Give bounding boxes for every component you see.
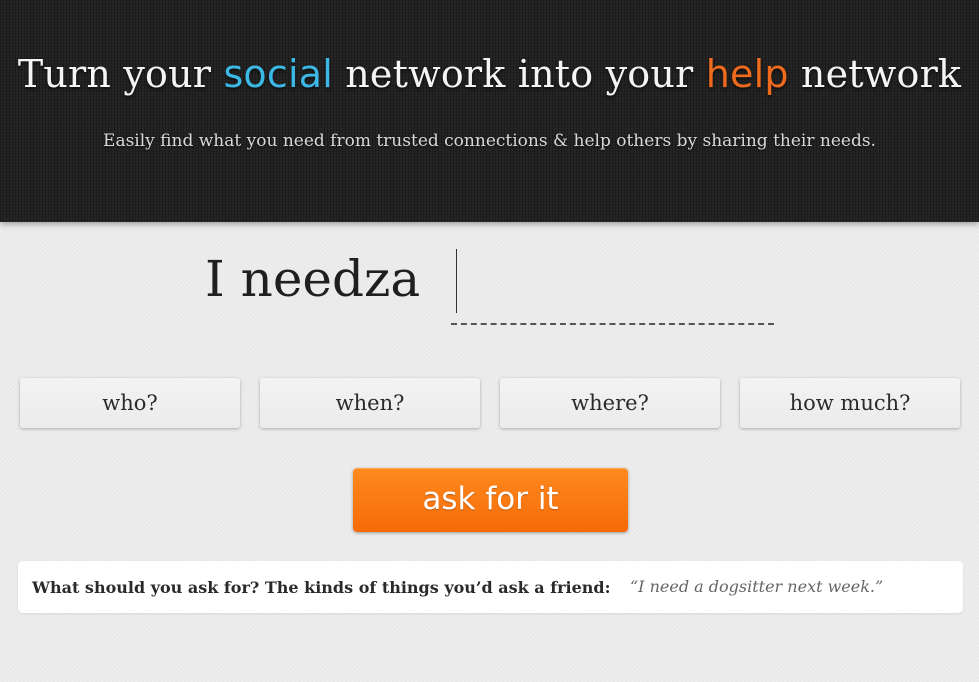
hero-title-help: help <box>705 52 789 96</box>
tip-example: “I need a dogsitter next week.” <box>630 577 884 596</box>
hero-title-social: social <box>223 52 333 96</box>
text-caret <box>456 249 457 313</box>
hero-title-part1: Turn your <box>17 52 224 96</box>
when-button[interactable]: when? <box>260 378 480 428</box>
ask-for-it-button[interactable]: ask for it <box>353 468 628 532</box>
how-much-button[interactable]: how much? <box>740 378 960 428</box>
hero-title: Turn your social network into your help … <box>0 52 979 96</box>
need-input[interactable] <box>451 247 774 325</box>
hero-title-part2: network into your <box>332 52 706 96</box>
hero-subtitle: Easily find what you need from trusted c… <box>103 131 876 151</box>
who-button[interactable]: who? <box>20 378 240 428</box>
hero-banner: Turn your social network into your help … <box>0 0 979 222</box>
tip-question: What should you ask for? The kinds of th… <box>32 578 611 597</box>
need-label: I needza <box>205 250 421 308</box>
where-button[interactable]: where? <box>500 378 720 428</box>
tip-box: What should you ask for? The kinds of th… <box>18 561 963 613</box>
hero-title-part3: network <box>788 52 962 96</box>
